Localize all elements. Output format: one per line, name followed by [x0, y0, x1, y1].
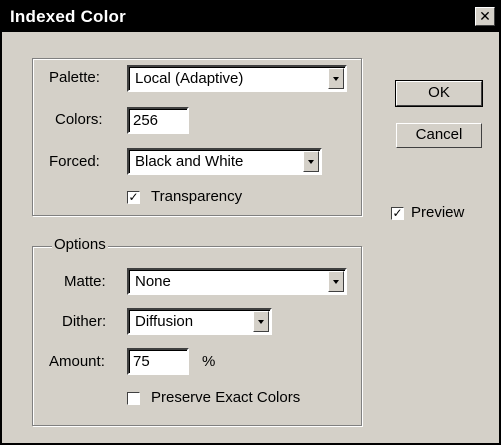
palette-value: Local (Adaptive): [135, 70, 244, 87]
amount-field[interactable]: 75: [127, 348, 189, 375]
options-legend: Options: [52, 236, 108, 253]
check-icon: ✓: [392, 206, 403, 220]
preview-checkbox[interactable]: ✓: [391, 207, 404, 220]
preview-label[interactable]: Preview: [411, 204, 464, 221]
dither-select[interactable]: Diffusion: [127, 308, 272, 335]
preserve-exact-colors-checkbox[interactable]: [127, 392, 140, 405]
colors-field[interactable]: 256: [127, 107, 189, 134]
ok-button[interactable]: OK: [395, 80, 483, 107]
preserve-exact-colors-label[interactable]: Preserve Exact Colors: [151, 389, 300, 406]
palette-label: Palette:: [49, 69, 100, 86]
chevron-down-icon[interactable]: [328, 68, 344, 89]
forced-value: Black and White: [135, 153, 244, 170]
palette-select[interactable]: Local (Adaptive): [127, 65, 347, 92]
title-bar[interactable]: Indexed Color ✕: [2, 2, 499, 32]
close-icon: ✕: [479, 8, 491, 24]
amount-label: Amount:: [49, 353, 105, 370]
dither-label: Dither:: [62, 313, 107, 330]
colors-label: Colors:: [55, 111, 103, 128]
indexed-color-dialog: Indexed Color ✕ Palette: Local (Adaptive…: [0, 0, 501, 445]
colors-value: 256: [133, 112, 159, 129]
window-title: Indexed Color: [10, 7, 126, 26]
forced-select[interactable]: Black and White: [127, 148, 322, 175]
transparency-checkbox[interactable]: ✓: [127, 191, 140, 204]
matte-value: None: [135, 273, 171, 290]
transparency-label[interactable]: Transparency: [151, 188, 242, 205]
chevron-down-icon[interactable]: [253, 311, 269, 332]
forced-label: Forced:: [49, 153, 100, 170]
amount-unit: %: [202, 353, 216, 370]
dither-value: Diffusion: [135, 313, 194, 330]
chevron-down-icon[interactable]: [303, 151, 319, 172]
close-button[interactable]: ✕: [475, 7, 495, 26]
check-icon: ✓: [128, 190, 139, 204]
matte-select[interactable]: None: [127, 268, 347, 295]
chevron-down-icon[interactable]: [328, 271, 344, 292]
cancel-button[interactable]: Cancel: [396, 123, 482, 148]
matte-label: Matte:: [64, 273, 106, 290]
amount-value: 75: [133, 353, 150, 370]
